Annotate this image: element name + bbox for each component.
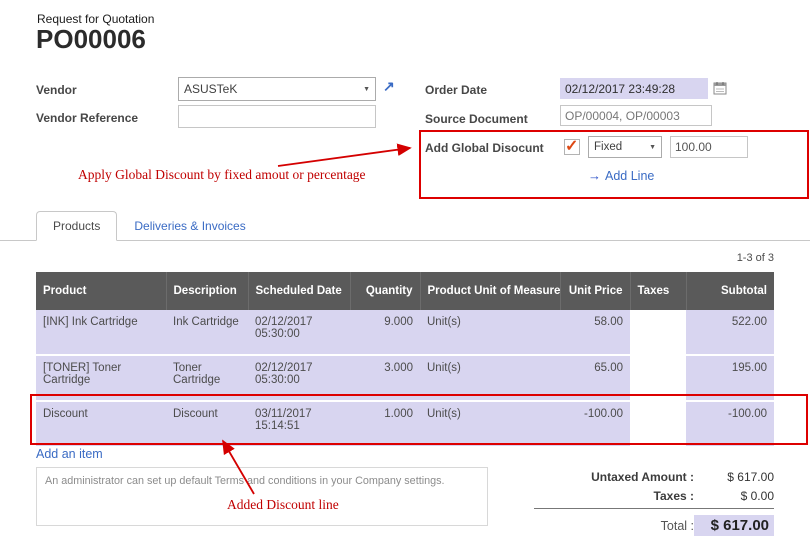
col-uom[interactable]: Product Unit of Measure <box>420 272 560 310</box>
order-date-label: Order Date <box>425 83 487 97</box>
col-product[interactable]: Product <box>36 272 166 310</box>
tab-deliveries-invoices[interactable]: Deliveries & Invoices <box>117 211 262 241</box>
order-date-value: 02/12/2017 23:49:28 <box>565 82 675 96</box>
total-value: $ 617.00 <box>694 515 774 536</box>
untaxed-amount-value: $ 617.00 <box>694 470 774 484</box>
untaxed-amount-label: Untaxed Amount : <box>591 470 694 484</box>
cell-scheduled-date[interactable]: 03/11/2017 15:14:51 <box>248 401 350 447</box>
cell-uom[interactable]: Unit(s) <box>420 310 560 355</box>
totals-panel: Untaxed Amount : $ 617.00 Taxes : $ 0.00… <box>534 470 774 541</box>
vendor-reference-input[interactable] <box>178 105 376 128</box>
tab-products[interactable]: Products <box>36 211 117 241</box>
vendor-reference-label: Vendor Reference <box>36 111 138 125</box>
vendor-value: ASUSTeK <box>184 82 237 96</box>
annotation-apply-discount: Apply Global Discount by fixed amout or … <box>78 167 366 183</box>
col-subtotal[interactable]: Subtotal <box>686 272 774 310</box>
vendor-label: Vendor <box>36 83 77 97</box>
cell-description[interactable]: Toner Cartridge <box>166 355 248 401</box>
cell-unit-price[interactable]: 65.00 <box>560 355 630 401</box>
total-row: Total : $ 617.00 <box>534 515 774 536</box>
cell-unit-price[interactable]: -100.00 <box>560 401 630 447</box>
col-taxes[interactable]: Taxes <box>630 272 686 310</box>
table-row[interactable]: [INK] Ink Cartridge Ink Cartridge 02/12/… <box>36 310 774 355</box>
order-lines-table: Product Description Scheduled Date Quant… <box>36 272 774 448</box>
cell-description[interactable]: Ink Cartridge <box>166 310 248 355</box>
cell-scheduled-date[interactable]: 02/12/2017 05:30:00 <box>248 355 350 401</box>
cell-taxes[interactable] <box>630 355 686 401</box>
cell-quantity[interactable]: 1.000 <box>350 401 420 447</box>
discount-type-select[interactable]: Fixed ▼ <box>588 136 662 158</box>
page-title: PO00006 <box>36 24 146 55</box>
cell-description[interactable]: Discount <box>166 401 248 447</box>
untaxed-amount-row: Untaxed Amount : $ 617.00 <box>534 470 774 484</box>
add-line-label: Add Line <box>605 169 654 183</box>
annotation-added-line: Added Discount line <box>227 497 339 513</box>
cell-uom[interactable]: Unit(s) <box>420 355 560 401</box>
taxes-row: Taxes : $ 0.00 <box>534 489 774 503</box>
cell-unit-price[interactable]: 58.00 <box>560 310 630 355</box>
cell-quantity[interactable]: 3.000 <box>350 355 420 401</box>
cell-taxes[interactable] <box>630 401 686 447</box>
total-label: Total : <box>661 519 694 533</box>
add-an-item-link[interactable]: Add an item <box>36 447 103 461</box>
arrow-right-icon: → <box>588 168 601 183</box>
order-date-field[interactable]: 02/12/2017 23:49:28 <box>560 78 708 99</box>
table-header-row: Product Description Scheduled Date Quant… <box>36 272 774 310</box>
pager[interactable]: 1-3 of 3 <box>737 252 774 264</box>
calendar-icon[interactable] <box>713 81 727 98</box>
add-line-link[interactable]: → Add Line <box>588 168 654 183</box>
taxes-value: $ 0.00 <box>694 489 774 503</box>
cell-product[interactable]: [TONER] Toner Cartridge <box>36 355 166 401</box>
cell-product[interactable]: Discount <box>36 401 166 447</box>
vendor-select[interactable]: ASUSTeK ▼ <box>178 77 376 101</box>
tabs-bar: Products Deliveries & Invoices <box>0 211 810 241</box>
checkmark-icon: ✓ <box>565 136 578 156</box>
cell-subtotal[interactable]: -100.00 <box>686 401 774 447</box>
cell-scheduled-date[interactable]: 02/12/2017 05:30:00 <box>248 310 350 355</box>
global-discount-label: Add Global Disocunt <box>425 141 544 155</box>
table-row-discount[interactable]: Discount Discount 03/11/2017 15:14:51 1.… <box>36 401 774 447</box>
caret-down-icon[interactable]: ▼ <box>649 144 656 151</box>
table-row[interactable]: [TONER] Toner Cartridge Toner Cartridge … <box>36 355 774 401</box>
cell-subtotal[interactable]: 522.00 <box>686 310 774 355</box>
cell-subtotal[interactable]: 195.00 <box>686 355 774 401</box>
caret-down-icon[interactable]: ▼ <box>363 86 370 93</box>
source-document-label: Source Document <box>425 112 528 126</box>
discount-type-value: Fixed <box>594 141 622 153</box>
totals-divider <box>534 508 774 509</box>
cell-taxes[interactable] <box>630 310 686 355</box>
cell-quantity[interactable]: 9.000 <box>350 310 420 355</box>
discount-amount-input[interactable] <box>670 136 748 158</box>
cell-product[interactable]: [INK] Ink Cartridge <box>36 310 166 355</box>
taxes-label: Taxes : <box>654 489 694 503</box>
rfq-page: Request for Quotation PO00006 Vendor ASU… <box>0 0 810 546</box>
global-discount-checkbox[interactable]: ✓ <box>564 139 580 155</box>
col-description[interactable]: Description <box>166 272 248 310</box>
col-scheduled-date[interactable]: Scheduled Date <box>248 272 350 310</box>
col-unit-price[interactable]: Unit Price <box>560 272 630 310</box>
source-document-input[interactable] <box>560 105 712 126</box>
col-quantity[interactable]: Quantity <box>350 272 420 310</box>
external-link-icon[interactable]: ↗ <box>383 78 395 95</box>
cell-uom[interactable]: Unit(s) <box>420 401 560 447</box>
